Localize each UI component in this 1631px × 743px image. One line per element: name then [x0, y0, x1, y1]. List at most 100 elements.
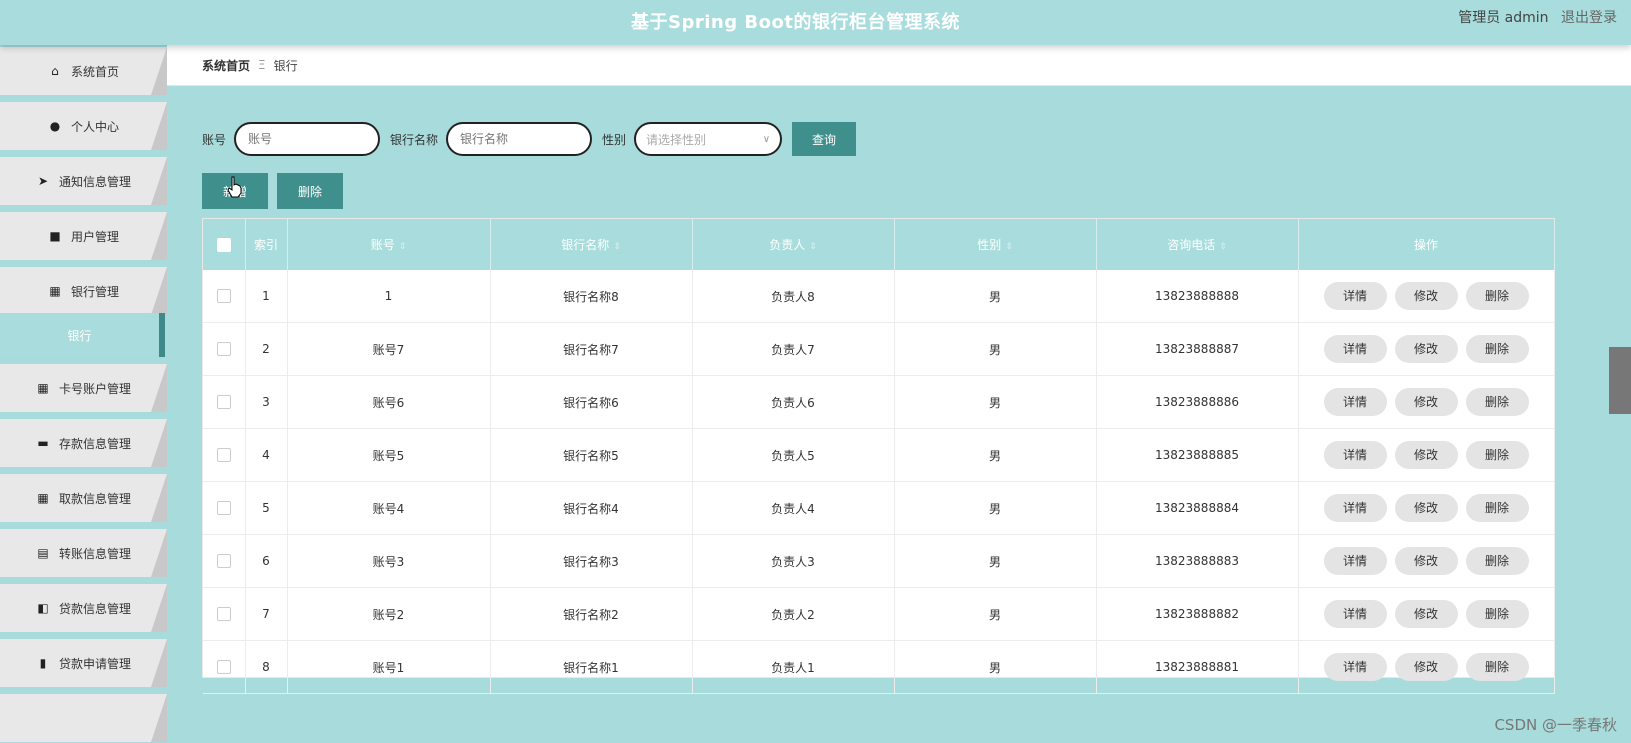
- edit-button[interactable]: 修改: [1394, 282, 1458, 310]
- table-row: 5 账号4 银行名称4 负责人4 男 13823888884 详情 修改 删除: [203, 481, 1555, 535]
- sidebar-item-loans[interactable]: ◧ 贷款信息管理: [0, 584, 167, 632]
- sidebar-item-home[interactable]: ⌂ 系统首页: [0, 47, 167, 95]
- sidebar-item-label: 卡号账户管理: [58, 381, 131, 396]
- sidebar-item-more[interactable]: [0, 694, 167, 742]
- sort-icon[interactable]: ⇕: [809, 242, 817, 252]
- table-row: 1 1 银行名称8 负责人8 男 13823888888 详情 修改 删除: [203, 270, 1555, 323]
- edit-button[interactable]: 修改: [1394, 653, 1458, 681]
- column-header-account[interactable]: 账号 ⇕: [287, 219, 491, 270]
- delete-button[interactable]: 删除: [1465, 441, 1529, 469]
- detail-button[interactable]: 详情: [1323, 494, 1387, 522]
- row-checkbox[interactable]: [216, 395, 231, 410]
- gender-select-placeholder: 请选择性别: [646, 132, 707, 147]
- select-all-header[interactable]: [203, 219, 246, 270]
- query-button[interactable]: 查询: [792, 122, 857, 156]
- cell-index: 1: [245, 270, 288, 323]
- sidebar-item-users[interactable]: ■ 用户管理: [0, 212, 167, 260]
- main-content: 账号 银行名称 性别 请选择性别 ∨ 查询 新增 删除 索引 账号⇕ 银行名称⇕: [167, 96, 1631, 743]
- edit-button[interactable]: 修改: [1394, 335, 1458, 363]
- edit-button[interactable]: 修改: [1394, 600, 1458, 628]
- detail-button[interactable]: 详情: [1323, 653, 1387, 681]
- cell-bank-name: 银行名称1: [490, 640, 693, 694]
- detail-button[interactable]: 详情: [1323, 547, 1387, 575]
- sort-icon[interactable]: ⇕: [399, 242, 407, 252]
- delete-button[interactable]: 删除: [1465, 335, 1529, 363]
- cell-phone: 13823888881: [1096, 640, 1299, 694]
- sidebar-item-withdrawals[interactable]: ▦ 取款信息管理: [0, 474, 167, 522]
- search-form: 账号 银行名称 性别 请选择性别 ∨ 查询: [202, 122, 857, 156]
- row-select-cell[interactable]: [203, 587, 246, 641]
- breadcrumb-current: 银行: [273, 58, 298, 73]
- edit-button[interactable]: 修改: [1394, 494, 1458, 522]
- sidebar-subitem-bank[interactable]: 银行: [0, 313, 165, 357]
- cell-manager: 负责人8: [692, 270, 895, 323]
- sort-icon[interactable]: ⇕: [1219, 242, 1227, 252]
- sidebar-item-loan-applications[interactable]: ▮ 贷款申请管理: [0, 639, 167, 687]
- table-row: 7 账号2 银行名称2 负责人2 男 13823888882 详情 修改 删除: [203, 587, 1555, 641]
- logout-link[interactable]: 退出登录: [1561, 10, 1617, 26]
- gender-select[interactable]: 请选择性别 ∨: [634, 122, 783, 156]
- sidebar-item-label: 银行: [67, 328, 92, 343]
- cell-operations: 详情 修改 删除: [1298, 428, 1555, 482]
- edit-button[interactable]: 修改: [1394, 388, 1458, 416]
- row-checkbox[interactable]: [216, 660, 231, 675]
- row-checkbox[interactable]: [216, 501, 231, 516]
- select-all-checkbox[interactable]: [216, 237, 231, 252]
- account-search-input[interactable]: [234, 122, 381, 156]
- detail-button[interactable]: 详情: [1323, 282, 1387, 310]
- breadcrumb-home[interactable]: 系统首页: [202, 57, 250, 74]
- bank-name-search-input[interactable]: [446, 122, 593, 156]
- sidebar-item-card-accounts[interactable]: ▦ 卡号账户管理: [0, 364, 167, 412]
- grid-icon: ▦: [49, 284, 61, 298]
- column-header-phone[interactable]: 咨询电话 ⇕: [1096, 219, 1299, 270]
- cell-bank-name: 银行名称2: [490, 587, 693, 641]
- grid-icon: ▦: [37, 491, 49, 505]
- row-select-cell[interactable]: [203, 428, 246, 482]
- row-select-cell[interactable]: [203, 640, 246, 694]
- cell-operations: 详情 修改 删除: [1298, 270, 1555, 323]
- row-select-cell[interactable]: [203, 270, 246, 323]
- row-checkbox[interactable]: [216, 342, 231, 357]
- delete-button[interactable]: 删除: [1465, 388, 1529, 416]
- sidebar-item-bank-management[interactable]: ▦ 银行管理: [0, 267, 167, 315]
- edit-button[interactable]: 修改: [1394, 441, 1458, 469]
- delete-button[interactable]: 删除: [1465, 282, 1529, 310]
- column-header-bank-name[interactable]: 银行名称 ⇕: [490, 219, 693, 270]
- sidebar-item-deposits[interactable]: ▬ 存款信息管理: [0, 419, 167, 467]
- edit-button[interactable]: 修改: [1394, 547, 1458, 575]
- delete-button[interactable]: 删除: [1465, 547, 1529, 575]
- sort-icon[interactable]: ⇕: [613, 242, 621, 252]
- row-checkbox[interactable]: [216, 448, 231, 463]
- delete-button[interactable]: 删除: [1465, 653, 1529, 681]
- chart-icon: ▮: [39, 656, 47, 670]
- batch-delete-button[interactable]: 删除: [277, 173, 343, 209]
- row-checkbox[interactable]: [216, 554, 231, 569]
- sidebar-item-label: 贷款申请管理: [58, 656, 131, 671]
- table-row: 6 账号3 银行名称3 负责人3 男 13823888883 详情 修改 删除: [203, 534, 1555, 588]
- scrollbar-thumb[interactable]: [1609, 347, 1631, 414]
- sort-icon[interactable]: ⇕: [1005, 242, 1013, 252]
- gender-label: 性别: [602, 132, 627, 147]
- detail-button[interactable]: 详情: [1323, 335, 1387, 363]
- cell-manager: 负责人2: [692, 587, 895, 641]
- sidebar-item-transfers[interactable]: ▤ 转账信息管理: [0, 529, 167, 577]
- detail-button[interactable]: 详情: [1323, 600, 1387, 628]
- row-select-cell[interactable]: [203, 322, 246, 376]
- column-header-gender[interactable]: 性别 ⇕: [894, 219, 1097, 270]
- row-select-cell[interactable]: [203, 534, 246, 588]
- cell-operations: 详情 修改 删除: [1298, 534, 1555, 588]
- table-row: 3 账号6 银行名称6 负责人6 男 13823888886 详情 修改 删除: [203, 375, 1555, 429]
- row-select-cell[interactable]: [203, 481, 246, 535]
- home-icon: ⌂: [51, 64, 59, 78]
- row-select-cell[interactable]: [203, 375, 246, 429]
- row-checkbox[interactable]: [216, 607, 231, 622]
- detail-button[interactable]: 详情: [1323, 388, 1387, 416]
- delete-button[interactable]: 删除: [1465, 494, 1529, 522]
- delete-button[interactable]: 删除: [1465, 600, 1529, 628]
- column-header-manager[interactable]: 负责人 ⇕: [692, 219, 895, 270]
- cell-phone: 13823888882: [1096, 587, 1299, 641]
- sidebar-item-notices[interactable]: ➤ 通知信息管理: [0, 157, 167, 205]
- detail-button[interactable]: 详情: [1323, 441, 1387, 469]
- sidebar-item-profile[interactable]: ● 个人中心: [0, 102, 167, 150]
- row-checkbox[interactable]: [216, 289, 231, 304]
